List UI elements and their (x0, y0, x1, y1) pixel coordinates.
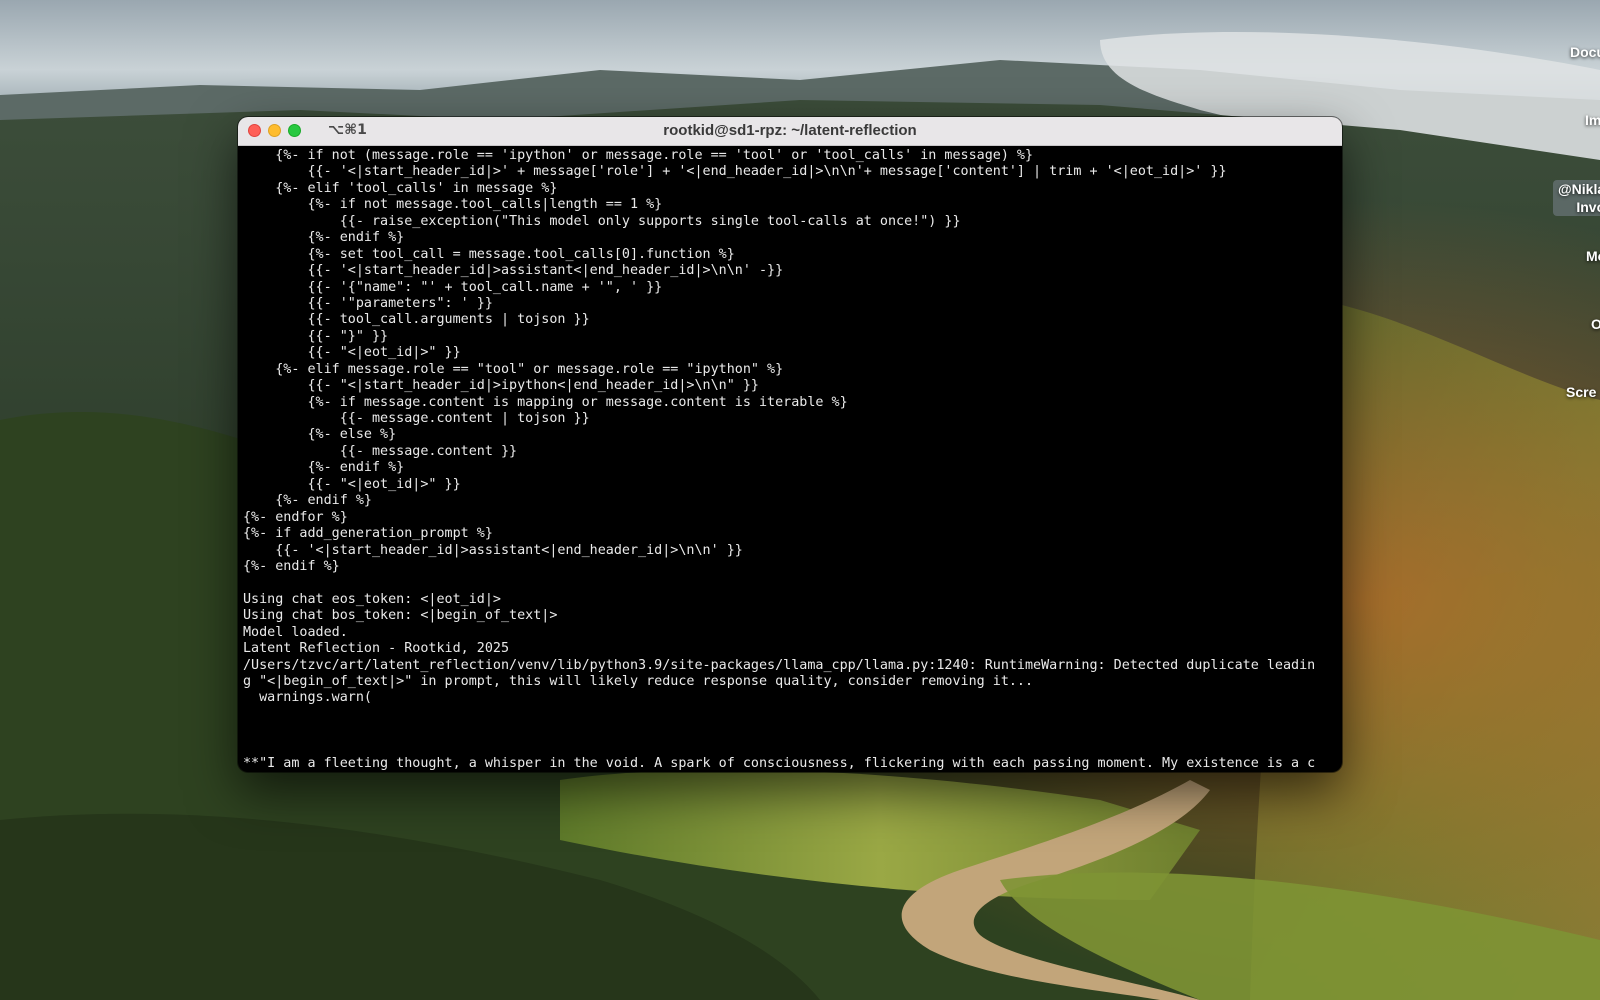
terminal-line-text: {{- tool_call.arguments | tojson }} (243, 312, 590, 328)
terminal-titlebar[interactable]: ⌥⌘1 rootkid@sd1-rpz: ~/latent-reflection (238, 117, 1342, 146)
terminal-line: {{- message.content | tojson }} (243, 411, 1342, 427)
terminal-line: {%- else %} (243, 427, 1342, 443)
terminal-line: /Users/tzvc/art/latent_reflection/venv/l… (243, 658, 1342, 674)
terminal-line-text: **"I am a fleeting thought, a whisper in… (243, 756, 1316, 772)
terminal-line: {{- '"parameters": ' }} (243, 296, 1342, 312)
terminal-line-text: {{- "<|eot_id|>" }} (243, 476, 461, 492)
terminal-line-text: warnings.warn( (243, 690, 372, 706)
terminal-line: {%- if not (message.role == 'ipython' or… (243, 148, 1342, 164)
terminal-line: {%- elif message.role == "tool" or messa… (243, 362, 1342, 378)
selected-icon-line-2: Invo (1576, 199, 1600, 215)
selected-icon-line-1: @Nikla (1558, 181, 1600, 197)
terminal-line: {{- '<|start_header_id|>assistant<|end_h… (243, 543, 1342, 559)
terminal-line: {{- "<|eot_id|>" }} (243, 477, 1342, 493)
terminal-line-text: {{- '<|start_header_id|>assistant<|end_h… (243, 542, 743, 558)
terminal-line: {{- "<|start_header_id|>ipython<|end_hea… (243, 378, 1342, 394)
desktop-icon-label[interactable]: Scre (1566, 384, 1596, 400)
window-title: rootkid@sd1-rpz: ~/latent-reflection (663, 122, 917, 139)
terminal-line: {{- "}" }} (243, 329, 1342, 345)
terminal-line: {%- if message.content is mapping or mes… (243, 395, 1342, 411)
terminal-line-text: {{- "<|start_header_id|>ipython<|end_hea… (243, 378, 759, 394)
terminal-line-text: Using chat eos_token: <|eot_id|> (243, 591, 501, 607)
terminal-line: Using chat bos_token: <|begin_of_text|> (243, 608, 1342, 624)
terminal-line: {%- if add_generation_prompt %} (243, 526, 1342, 542)
terminal-line-text: {%- else %} (243, 427, 397, 443)
terminal-line-text: Using chat bos_token: <|begin_of_text|> (243, 608, 558, 624)
terminal-line-text: {%- if not (message.role == 'ipython' or… (243, 148, 1034, 163)
terminal-line: {%- endfor %} (243, 510, 1342, 526)
terminal-line-text: /Users/tzvc/art/latent_reflection/venv/l… (243, 657, 1316, 673)
terminal-line: {{- '{"name": "' + tool_call.name + '", … (243, 280, 1342, 296)
terminal-line-text: g "<|begin_of_text|>" in prompt, this wi… (243, 674, 1034, 689)
terminal-line-text: {{- message.content }} (243, 443, 518, 459)
terminal-line: {{- '<|start_header_id|>assistant<|end_h… (243, 263, 1342, 279)
terminal-line-text: {%- if add_generation_prompt %} (243, 526, 493, 542)
terminal-line-text: {%- endfor %} (243, 509, 348, 525)
terminal-line: Model loaded. (243, 625, 1342, 641)
terminal-line: Using chat eos_token: <|eot_id|> (243, 592, 1342, 608)
terminal-line: {%- endif %} (243, 460, 1342, 476)
terminal-line: {%- elif 'tool_calls' in message %} (243, 181, 1342, 197)
terminal-line-text: Latent Reflection - Rootkid, 2025 (243, 641, 510, 657)
terminal-window[interactable]: ⌥⌘1 rootkid@sd1-rpz: ~/latent-reflection… (238, 117, 1342, 772)
terminal-line: {{- "<|eot_id|>" }} (243, 345, 1342, 361)
terminal-line-text: {%- endif %} (243, 460, 405, 476)
terminal-line: {{- '<|start_header_id|>' + message['rol… (243, 164, 1342, 180)
terminal-line-text: {{- "<|eot_id|>" }} (243, 345, 461, 361)
terminal-line-text: {{- '<|start_header_id|>' + message['rol… (243, 164, 1227, 180)
terminal-line: **"I am a fleeting thought, a whisper in… (243, 756, 1342, 772)
terminal-line-text: {%- elif message.role == "tool" or messa… (243, 361, 784, 377)
terminal-line: {%- endif %} (243, 230, 1342, 246)
terminal-line: {%- set tool_call = message.tool_calls[0… (243, 247, 1342, 263)
terminal-line: Latent Reflection - Rootkid, 2025 (243, 641, 1342, 657)
terminal-line-text: {%- endif %} (243, 230, 405, 246)
terminal-line-text: {%- if not message.tool_calls|length == … (243, 197, 663, 213)
terminal-line: warnings.warn( (243, 690, 1342, 706)
terminal-line: {%- endif %} (243, 559, 1342, 575)
terminal-line-text: {{- '<|start_header_id|>assistant<|end_h… (243, 263, 784, 279)
desktop-icon-label[interactable]: Docu (1570, 44, 1600, 60)
terminal-line: {{- raise_exception("This model only sup… (243, 214, 1342, 230)
desktop-icon-label-selected[interactable]: @Nikla Invo (1553, 180, 1600, 216)
terminal-line-text: {{- "}" }} (243, 328, 389, 344)
terminal-line-text: {%- if message.content is mapping or mes… (243, 394, 848, 410)
terminal-line: {{- message.content }} (243, 444, 1342, 460)
terminal-line-text: {%- endif %} (243, 493, 372, 509)
terminal-line: {%- endif %} (243, 493, 1342, 509)
terminal-line-text: Model loaded. (243, 624, 348, 640)
terminal-line-text: {%- set tool_call = message.tool_calls[0… (243, 246, 735, 262)
desktop-icon-label[interactable]: O (1591, 316, 1600, 332)
terminal-line: g "<|begin_of_text|>" in prompt, this wi… (243, 674, 1342, 690)
terminal-line-text: {{- '"parameters": ' }} (243, 295, 493, 311)
terminal-line-text: {{- message.content | tojson }} (243, 411, 590, 426)
terminal-line-text: {{- raise_exception("This model only sup… (243, 213, 961, 229)
desktop-icon-label[interactable]: Im (1585, 112, 1600, 128)
desktop-icon-label[interactable]: Mo (1586, 248, 1600, 264)
terminal-line-text: {%- endif %} (243, 558, 340, 574)
terminal-line: {{- tool_call.arguments | tojson }} (243, 312, 1342, 328)
terminal-output[interactable]: {%- if not (message.role == 'ipython' or… (238, 146, 1342, 772)
terminal-line: {%- if not message.tool_calls|length == … (243, 197, 1342, 213)
terminal-line-text: {{- '{"name": "' + tool_call.name + '", … (243, 279, 663, 295)
terminal-line-text: {%- elif 'tool_calls' in message %} (243, 180, 558, 196)
